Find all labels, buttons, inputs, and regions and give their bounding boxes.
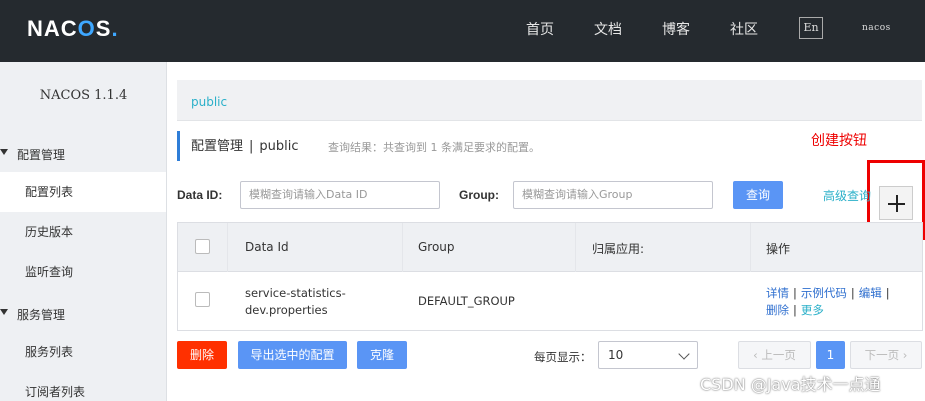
query-button[interactable]: 查询 [733,181,783,209]
table-row: service-statistics- dev.properties DEFAU… [178,272,922,330]
sidebar-item-service-list[interactable]: 服务列表 [0,332,166,372]
op-separator: | [850,286,855,300]
csdn-watermark: CSDN @Java技术一点通 [700,375,881,394]
edit-link[interactable]: 编辑 [859,286,882,300]
sidebar-item-subscriber-list[interactable]: 订阅者列表 [0,372,166,401]
namespace-bar: public [177,80,922,121]
group-label: Group: [459,188,499,202]
next-page-button[interactable]: 下一页 › [850,341,922,369]
page-size-select[interactable]: 10 [598,341,698,369]
sidebar: NACOS 1.1.4 配置管理 配置列表 历史版本 监听查询 服务管理 服务列… [0,62,167,401]
sidebar-item-history[interactable]: 历史版本 [0,212,166,252]
result-tip: 查询结果：共查询到 1 条满足要求的配置。 [328,141,540,154]
language-switch[interactable]: En [799,17,823,39]
page-title-namespace: public [259,139,299,154]
caret-down-icon [0,309,8,315]
nav-home-link[interactable]: 首页 [526,19,554,39]
page-size-value: 10 [608,348,624,362]
sidebar-item-listener-query[interactable]: 监听查询 [0,252,166,292]
dataid-label: Data ID: [177,188,223,202]
advanced-query-link[interactable]: 高级查询 [823,187,871,204]
cell-group: DEFAULT_GROUP [418,294,515,308]
delete-link[interactable]: 删除 [766,303,789,317]
export-selected-button[interactable]: 导出选中的配置 [238,341,347,369]
create-config-button[interactable] [879,186,913,220]
nav-docs-link[interactable]: 文档 [594,19,622,39]
config-table: Data Id Group 归属应用: 操作 service-statistic… [177,222,923,331]
title-separator: | [249,139,254,154]
cell-dataid-line2: dev.properties [245,303,328,317]
row-checkbox[interactable] [195,292,210,307]
page-size-label: 每页显示： [534,350,592,364]
column-header-dataid[interactable]: Data Id [245,240,289,254]
chevron-left-icon: ‹ [753,348,758,362]
nav-blog-link[interactable]: 博客 [662,19,690,39]
op-separator: | [793,303,797,317]
page-title: 配置管理 | public [177,131,299,161]
sidebar-item-config-list[interactable]: 配置列表 [0,172,166,212]
page-title-text: 配置管理 [191,139,244,154]
nav-community-link[interactable]: 社区 [730,19,758,39]
user-menu[interactable]: nacos [862,23,891,33]
prev-page-label: 上一页 [761,348,796,362]
group-search-input[interactable]: 模糊查询请输入Group [513,181,713,209]
table-header: Data Id Group 归属应用: 操作 [178,223,922,272]
chevron-right-icon: › [902,348,908,362]
page-1-button[interactable]: 1 [816,341,845,369]
column-header-app[interactable]: 归属应用: [592,240,644,257]
prev-page-button[interactable]: ‹ 上一页 [738,341,811,369]
sidebar-group-label: 配置管理 [17,148,66,162]
annotation-label: 创建按钮 [811,133,867,149]
version-label: NACOS 1.1.4 [39,88,128,103]
select-all-checkbox[interactable] [195,239,210,254]
more-link[interactable]: 更多 [801,303,824,317]
dataid-search-input[interactable]: 模糊查询请输入Data ID [240,181,440,209]
chevron-down-icon [678,348,690,360]
clone-button[interactable]: 克隆 [357,341,407,369]
cell-actions: 详情 | 示例代码 | 编辑 | 删除 | 更多 [766,285,894,319]
op-separator: | [885,286,890,300]
batch-delete-button[interactable]: 删除 [177,341,227,369]
sample-code-link[interactable]: 示例代码 [801,286,847,300]
column-header-actions: 操作 [766,242,791,256]
detail-link[interactable]: 详情 [766,286,789,300]
namespace-link-public[interactable]: public [191,95,227,109]
cell-dataid-line1: service-statistics- [245,286,346,300]
next-page-label: 下一页 [864,348,900,362]
caret-down-icon [0,149,8,155]
sidebar-group-label: 服务管理 [17,308,66,322]
cell-dataid: service-statistics- dev.properties [245,285,346,319]
top-navbar: NACOS. 首页 文档 博客 社区 En nacos [0,0,925,62]
column-header-group[interactable]: Group [418,240,455,254]
plus-icon-stem [895,195,898,212]
nacos-logo[interactable]: NACOS. [27,16,119,42]
op-separator: | [793,286,797,300]
